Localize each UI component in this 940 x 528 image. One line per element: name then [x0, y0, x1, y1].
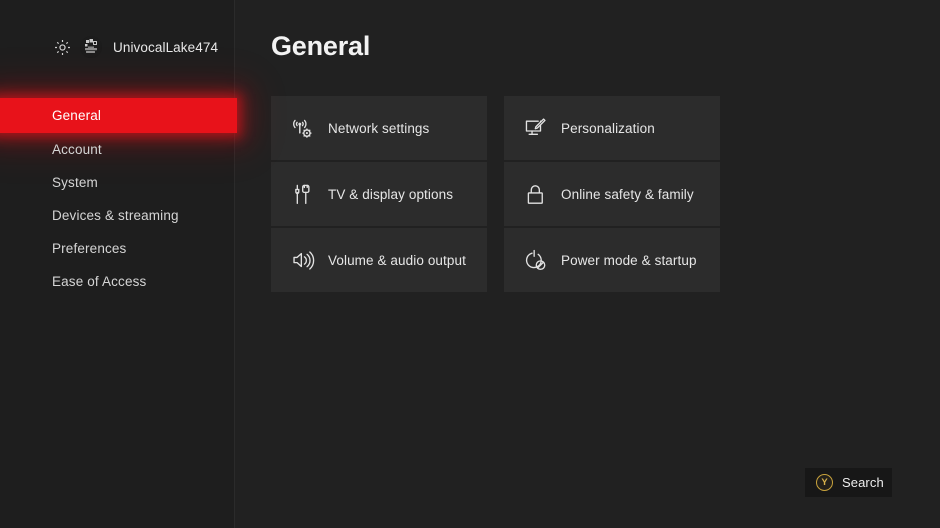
sidebar-item-account[interactable]: Account: [0, 133, 235, 166]
monitor-pencil-icon: [522, 115, 548, 141]
speaker-volume-icon: [289, 247, 315, 273]
tile-label: Power mode & startup: [561, 253, 697, 268]
tile-network-settings[interactable]: Network settings: [271, 96, 487, 160]
sidebar-item-label: System: [52, 175, 98, 190]
gear-icon: [52, 37, 72, 57]
network-settings-icon: [289, 115, 315, 141]
sidebar-item-devices-streaming[interactable]: Devices & streaming: [0, 199, 235, 232]
avatar: [80, 36, 102, 58]
xbox-settings-screen: UnivocalLake474 General Account System D…: [0, 0, 940, 528]
tile-power-mode-startup[interactable]: Power mode & startup: [504, 228, 720, 292]
sidebar-item-preferences[interactable]: Preferences: [0, 232, 235, 265]
tile-label: TV & display options: [328, 187, 453, 202]
y-button-icon: Y: [816, 474, 833, 491]
gamertag-label: UnivocalLake474: [113, 40, 218, 55]
tile-column-right: Personalization Online safety & family: [504, 96, 720, 294]
search-button[interactable]: Y Search: [805, 468, 892, 497]
tile-label: Volume & audio output: [328, 253, 466, 268]
tile-personalization[interactable]: Personalization: [504, 96, 720, 160]
sidebar-item-general[interactable]: General: [0, 98, 235, 133]
sidebar-item-label: General: [52, 108, 101, 123]
tile-online-safety-family[interactable]: Online safety & family: [504, 162, 720, 226]
sidebar-item-label: Devices & streaming: [52, 208, 179, 223]
tile-volume-audio-output[interactable]: Volume & audio output: [271, 228, 487, 292]
sidebar-item-ease-of-access[interactable]: Ease of Access: [0, 265, 235, 298]
sidebar-item-system[interactable]: System: [0, 166, 235, 199]
profile-row[interactable]: UnivocalLake474: [0, 33, 235, 61]
main-content: General: [236, 0, 940, 528]
power-eco-icon: [522, 247, 548, 273]
sidebar-item-label: Ease of Access: [52, 274, 146, 289]
tile-label: Personalization: [561, 121, 655, 136]
page-title: General: [271, 31, 370, 62]
padlock-icon: [522, 181, 548, 207]
sidebar: UnivocalLake474 General Account System D…: [0, 0, 235, 528]
y-button-letter: Y: [821, 478, 827, 488]
selection-highlight: [0, 98, 237, 133]
tile-tv-display-options[interactable]: TV & display options: [271, 162, 487, 226]
tile-label: Network settings: [328, 121, 429, 136]
sidebar-item-label: Preferences: [52, 241, 126, 256]
tile-column-left: Network settings TV & display opt: [271, 96, 487, 294]
sidebar-item-label: Account: [52, 142, 102, 157]
hdmi-cable-icon: [289, 181, 315, 207]
sidebar-nav: General Account System Devices & streami…: [0, 98, 235, 298]
tile-label: Online safety & family: [561, 187, 694, 202]
search-button-label: Search: [842, 475, 884, 490]
